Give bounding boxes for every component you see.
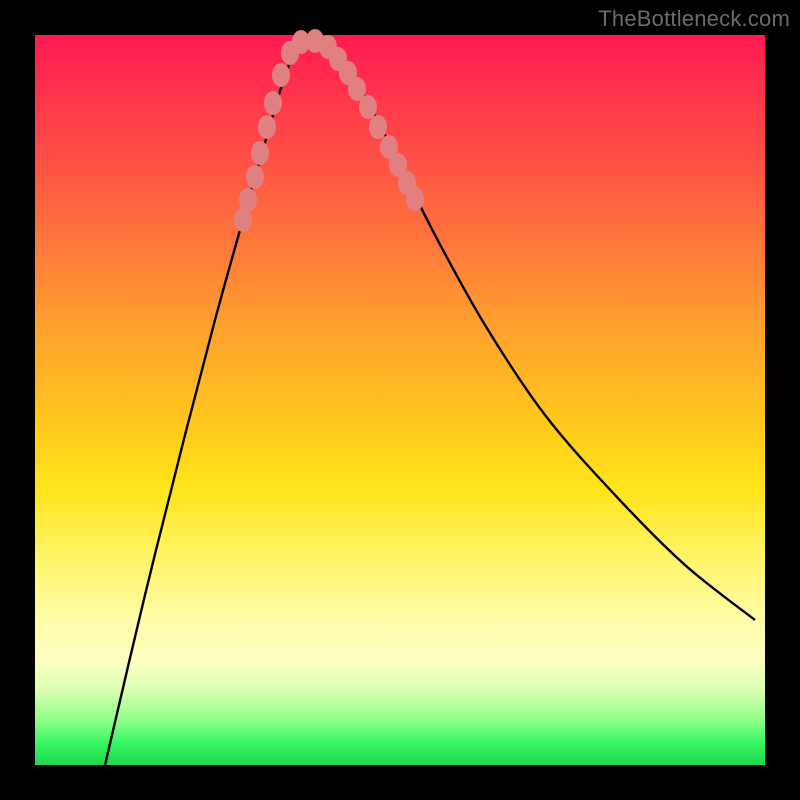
- curve-marker: [258, 115, 276, 139]
- curve-marker: [359, 95, 377, 119]
- curve-svg: [35, 35, 765, 765]
- plot-area: [35, 35, 765, 765]
- chart-frame: TheBottleneck.com: [0, 0, 800, 800]
- curve-marker: [251, 141, 269, 165]
- curve-marker: [272, 63, 290, 87]
- marker-group: [234, 29, 424, 232]
- curve-marker: [246, 165, 264, 189]
- curve-marker: [239, 188, 257, 212]
- watermark-text: TheBottleneck.com: [598, 6, 790, 32]
- curve-marker: [369, 115, 387, 139]
- curve-marker: [406, 187, 424, 211]
- bottleneck-curve: [105, 40, 755, 765]
- curve-marker: [264, 91, 282, 115]
